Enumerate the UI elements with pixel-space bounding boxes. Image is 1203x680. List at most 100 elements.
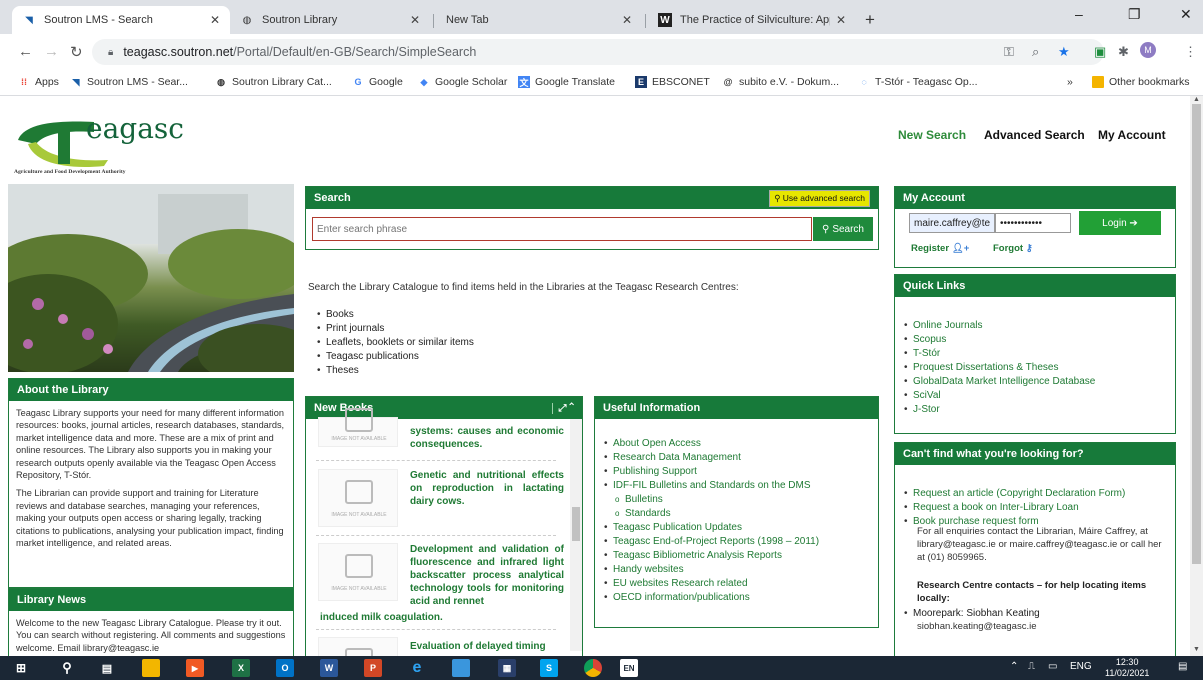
username-input[interactable]	[909, 213, 995, 233]
star-icon[interactable]: ★	[1058, 44, 1070, 60]
book-item[interactable]: IMAGE NOT AVAILABLE Genetic and nutritio…	[316, 469, 564, 529]
useful-link[interactable]: Bulletins	[625, 494, 663, 505]
windows-start-icon[interactable]: ⊞	[12, 659, 30, 677]
close-icon[interactable]: ✕	[410, 13, 420, 27]
internet-explorer-icon[interactable]: e	[408, 659, 426, 677]
bookmark-google-translate[interactable]: 文 Google Translate	[518, 76, 615, 88]
quick-link[interactable]: Proquest Dissertations & Theses	[913, 362, 1058, 373]
bookmark-soutron-library[interactable]: ◍ Soutron Library Cat...	[215, 76, 332, 88]
page-scrollbar[interactable]: ▲ ▼	[1190, 96, 1203, 656]
quick-link[interactable]: Online Journals	[913, 320, 982, 331]
language-badge-icon[interactable]: EN	[620, 659, 638, 677]
useful-link[interactable]: Research Data Management	[613, 452, 741, 463]
notifications-icon[interactable]: ▤	[1178, 661, 1187, 672]
useful-link[interactable]: IDF-FIL Bulletins and Standards on the D…	[613, 480, 811, 491]
book-title[interactable]: Development and validation of fluorescen…	[410, 543, 564, 608]
new-tab-button[interactable]: +	[865, 10, 875, 30]
address-bar[interactable]: 🔒︎ teagasc.soutron.net /Portal/Default/e…	[92, 39, 1104, 65]
bookmark-google-scholar[interactable]: ◆ Google Scholar	[418, 76, 508, 88]
bookmark-tstor[interactable]: ◌ T-Stór - Teagasc Op...	[858, 76, 977, 88]
input-language[interactable]: ENG	[1070, 661, 1092, 672]
search-icon[interactable]: ⚲	[58, 659, 76, 677]
outlook-icon[interactable]: O	[276, 659, 294, 677]
word-icon[interactable]: W	[320, 659, 338, 677]
useful-link[interactable]: Publishing Support	[613, 466, 697, 477]
new-books-scrollbar[interactable]	[570, 419, 582, 651]
scroll-thumb[interactable]	[572, 507, 580, 541]
useful-link[interactable]: Teagasc Bibliometric Analysis Reports	[613, 550, 782, 561]
file-explorer-icon[interactable]	[142, 659, 160, 677]
close-icon[interactable]: ✕	[836, 13, 846, 27]
register-link[interactable]: Register 👤︎+	[911, 243, 969, 254]
puzzle-icon[interactable]: ✱	[1118, 44, 1129, 60]
tab-new-tab[interactable]: New Tab ✕	[436, 6, 642, 34]
search-button[interactable]: ⚲ Search	[813, 217, 873, 241]
book-title[interactable]: Evaluation of delayed timing	[410, 640, 564, 653]
powerpoint-icon[interactable]: P	[364, 659, 382, 677]
useful-link[interactable]: Standards	[625, 508, 671, 519]
key-icon[interactable]: ⚿	[1004, 44, 1014, 60]
excel-icon[interactable]: X	[232, 659, 250, 677]
book-item[interactable]: IMAGE NOT AVAILABLE Development and vali…	[316, 543, 564, 623]
bookmark-subito[interactable]: @ subito e.V. - Dokum...	[722, 76, 839, 88]
close-icon[interactable]: ✕	[622, 13, 632, 27]
password-input[interactable]	[995, 213, 1071, 233]
app-icon[interactable]	[452, 659, 470, 677]
advanced-search-button[interactable]: ⚲ Use advanced search	[769, 189, 870, 207]
useful-link[interactable]: About Open Access	[613, 438, 701, 449]
clock[interactable]: 12:30 11/02/2021	[1105, 657, 1149, 679]
scroll-thumb[interactable]	[1192, 104, 1201, 564]
minimize-button[interactable]: –	[1075, 6, 1083, 22]
bookmark-soutron-lms[interactable]: ◥ Soutron LMS - Sear...	[70, 76, 188, 88]
scroll-up-icon[interactable]: ▲	[1193, 96, 1200, 103]
nav-advanced-search[interactable]: Advanced Search	[984, 128, 1085, 142]
expand-collapse-icon[interactable]: ⤢ ⌃	[551, 402, 574, 414]
useful-link[interactable]: Teagasc End-of-Project Reports (1998 – 2…	[613, 536, 819, 547]
close-window-button[interactable]: ✕	[1180, 6, 1192, 23]
quick-link[interactable]: T-Stór	[913, 348, 940, 359]
nav-my-account[interactable]: My Account	[1098, 128, 1166, 142]
menu-icon[interactable]: ⋮	[1184, 44, 1197, 60]
monitor-app-icon[interactable]: ▦	[498, 659, 516, 677]
profile-avatar[interactable]: M	[1140, 42, 1156, 58]
other-bookmarks[interactable]: Other bookmarks	[1092, 76, 1190, 88]
skype-icon[interactable]: S	[540, 659, 558, 677]
quick-link[interactable]: Scopus	[913, 334, 946, 345]
scroll-down-icon[interactable]: ▼	[1193, 646, 1200, 653]
bookmarks-overflow[interactable]: »	[1067, 76, 1073, 88]
book-item[interactable]: Evaluation of delayed timing	[316, 637, 564, 656]
back-icon[interactable]: ←	[18, 43, 33, 60]
book-item[interactable]: IMAGE NOT AVAILABLE systems: causes and …	[316, 408, 564, 461]
search-input[interactable]	[312, 217, 812, 241]
book-title[interactable]: systems: causes and economic consequence…	[410, 425, 564, 451]
keyboard-icon[interactable]: ▭	[1048, 661, 1057, 672]
bookmark-ebsconet[interactable]: E EBSCONET	[635, 76, 710, 88]
forward-icon[interactable]: →	[44, 43, 59, 60]
useful-link[interactable]: EU websites Research related	[613, 578, 748, 589]
request-link[interactable]: Request an article (Copyright Declaratio…	[913, 488, 1125, 499]
nav-new-search[interactable]: New Search	[898, 128, 966, 142]
extension-icon[interactable]: ▣	[1094, 44, 1106, 60]
close-icon[interactable]: ✕	[210, 13, 220, 27]
network-icon[interactable]: ⎍	[1028, 661, 1035, 672]
research-centre-email[interactable]: siobhan.keating@teagasc.ie	[917, 621, 1037, 632]
request-link[interactable]: Request a book on Inter-Library Loan	[913, 502, 1079, 513]
tab-silviculture[interactable]: W The Practice of Silviculture: Appli ✕	[648, 6, 856, 34]
useful-link[interactable]: Teagasc Publication Updates	[613, 522, 742, 533]
bookmark-apps[interactable]: ⁞⁞ Apps	[18, 76, 59, 88]
chrome-icon[interactable]	[584, 659, 602, 677]
bookmark-google[interactable]: G Google	[352, 76, 402, 88]
tab-soutron-library[interactable]: ◍ Soutron Library ✕	[230, 6, 430, 34]
task-view-icon[interactable]: ▤	[98, 659, 116, 677]
media-player-icon[interactable]: ▶	[186, 659, 204, 677]
zoom-icon[interactable]: ⌕	[1032, 44, 1039, 60]
book-title[interactable]: Genetic and nutritional effects on repro…	[410, 469, 564, 508]
maximize-button[interactable]: ❐	[1128, 6, 1141, 23]
tray-up-icon[interactable]: ⌃	[1010, 661, 1018, 672]
useful-link[interactable]: Handy websites	[613, 564, 684, 575]
book-title-tail[interactable]: induced milk coagulation.	[320, 611, 568, 624]
tab-soutron-lms[interactable]: ◥ Soutron LMS - Search ✕	[12, 6, 230, 34]
useful-link[interactable]: OECD information/publications	[613, 592, 750, 603]
login-button[interactable]: Login ➔	[1079, 211, 1161, 235]
quick-link[interactable]: GlobalData Market Intelligence Database	[913, 376, 1095, 387]
